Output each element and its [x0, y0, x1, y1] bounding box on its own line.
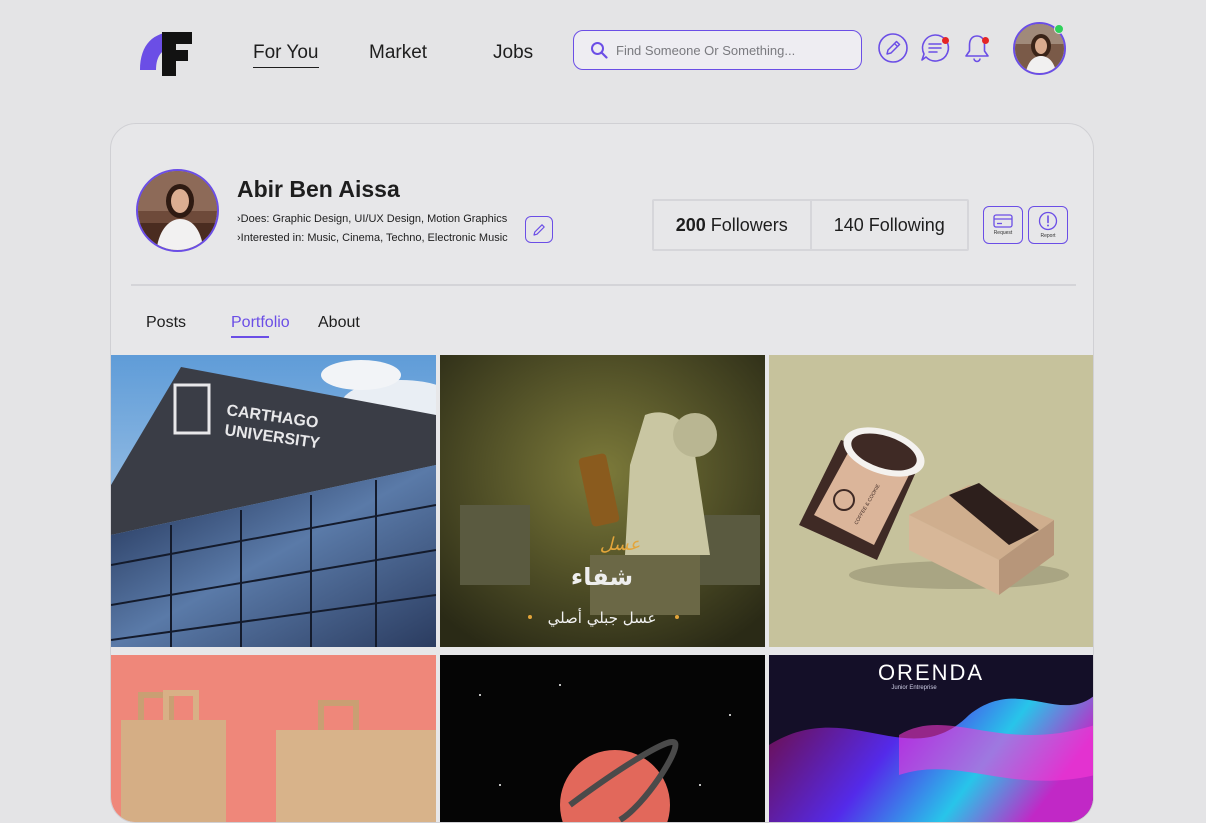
honey-arabic-caption: عسل جبلي أصلي [548, 608, 657, 628]
tab-about[interactable]: About [318, 314, 360, 332]
search-icon [591, 42, 608, 59]
honey-arabic-title: شفاء [571, 563, 633, 591]
edit-pen-icon[interactable] [877, 32, 909, 64]
portfolio-item-coffee-cookie[interactable]: COFFEE & COOKIE [769, 355, 1093, 647]
portfolio-item-carthago[interactable]: CARTHAGO UNIVERSITY [111, 355, 436, 647]
search-bar[interactable] [573, 30, 862, 70]
bell-unread-dot [982, 37, 989, 44]
portfolio-item-honey[interactable]: شفاء عسل عسل جبلي أصلي [440, 355, 765, 647]
nav-jobs[interactable]: Jobs [493, 42, 533, 64]
card-icon [993, 214, 1013, 228]
chat-unread-dot [942, 37, 949, 44]
profile-does: ›Does: Graphic Design, UI/UX Design, Mot… [237, 213, 508, 225]
tab-posts[interactable]: Posts [146, 314, 186, 332]
profile-card: Abir Ben Aissa ›Does: Graphic Design, UI… [110, 123, 1094, 823]
search-input[interactable] [616, 42, 846, 58]
logo-icon[interactable] [140, 30, 194, 78]
orenda-brand: ORENDA [878, 660, 984, 685]
bell-icon[interactable] [961, 32, 993, 64]
following-stat[interactable]: 140 Following [812, 201, 968, 249]
nav-for-you[interactable]: For You [253, 42, 319, 68]
tab-portfolio[interactable]: Portfolio [231, 314, 290, 338]
top-bar: For You Market Jobs [0, 0, 1206, 100]
honey-arabic-script: عسل [600, 534, 641, 555]
profile-name: Abir Ben Aissa [237, 176, 400, 202]
edit-profile-button[interactable] [525, 216, 553, 243]
request-button[interactable]: Request [983, 206, 1023, 244]
nav-market[interactable]: Market [369, 42, 427, 64]
follow-stats: 200 Followers 140 Following [652, 199, 969, 251]
pencil-icon [533, 223, 545, 236]
orenda-subtitle: Junior Entreprise [891, 685, 937, 691]
profile-divider [131, 284, 1076, 286]
profile-avatar[interactable] [136, 169, 219, 252]
online-status-dot [1054, 24, 1064, 34]
report-button[interactable]: Report [1028, 206, 1068, 244]
followers-stat[interactable]: 200 Followers [654, 201, 812, 249]
report-icon [1038, 211, 1058, 231]
profile-interests: ›Interested in: Music, Cinema, Techno, E… [237, 232, 508, 244]
